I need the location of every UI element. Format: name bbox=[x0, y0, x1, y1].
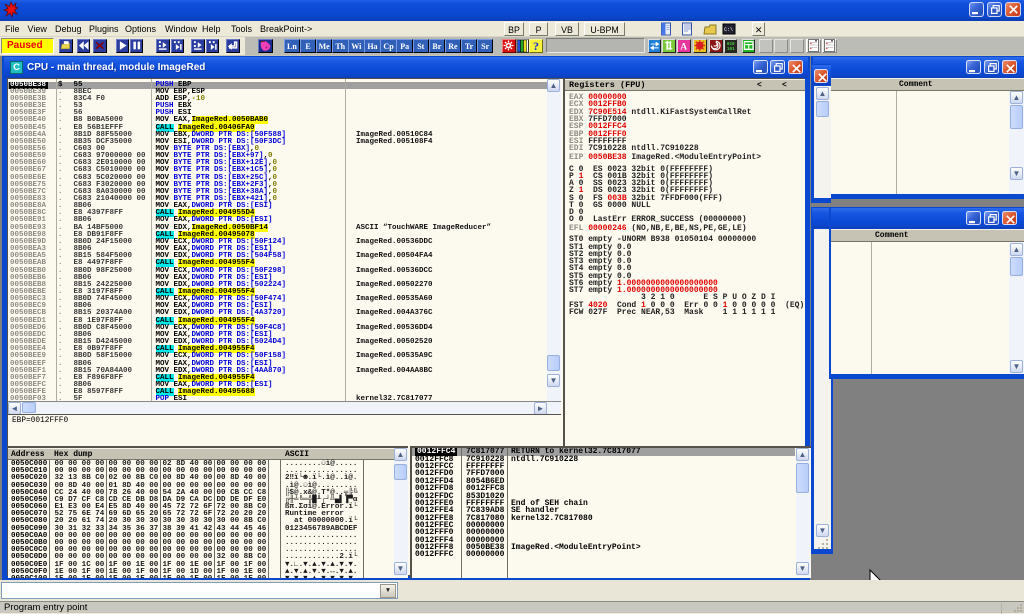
svg-text:101: 101 bbox=[727, 47, 735, 51]
svg-text:A: A bbox=[681, 42, 688, 52]
svg-text:C:\: C:\ bbox=[724, 27, 733, 33]
